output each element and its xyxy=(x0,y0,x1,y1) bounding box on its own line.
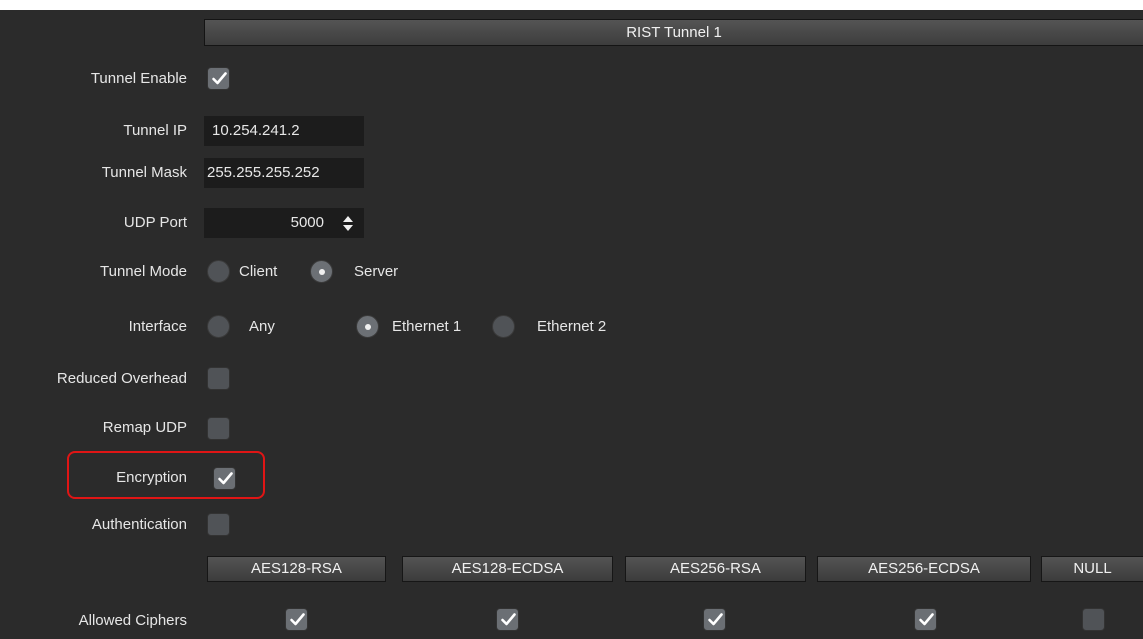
cipher-header-aes128-ecdsa: AES128-ECDSA xyxy=(402,556,613,582)
cipher-aes256-ecdsa-checkbox[interactable] xyxy=(914,608,937,631)
remap-udp-label: Remap UDP xyxy=(102,419,187,436)
tunnel-mask-field[interactable]: 255.255.255.252 xyxy=(204,158,364,188)
interface-label: Interface xyxy=(128,318,187,335)
tunnel-ip-label: Tunnel IP xyxy=(123,122,187,139)
tunnel-enable-checkbox[interactable] xyxy=(207,67,230,90)
authentication-label: Authentication xyxy=(91,516,187,533)
checkmark-icon xyxy=(501,613,516,626)
tunnel-mode-label: Tunnel Mode xyxy=(100,263,187,280)
cipher-null-checkbox[interactable] xyxy=(1082,608,1105,631)
tunnel-mode-client-radio[interactable] xyxy=(207,260,230,283)
tunnel-mode-server-radio[interactable] xyxy=(310,260,333,283)
authentication-checkbox[interactable] xyxy=(207,513,230,536)
udp-port-label: UDP Port xyxy=(123,214,187,231)
remap-udp-checkbox[interactable] xyxy=(207,417,230,440)
interface-any-radio[interactable] xyxy=(207,315,230,338)
interface-ethernet1-label: Ethernet 1 xyxy=(392,318,462,335)
checkmark-icon xyxy=(708,613,723,626)
reduced-overhead-checkbox[interactable] xyxy=(207,367,230,390)
interface-ethernet1-radio[interactable] xyxy=(356,315,379,338)
tunnel-mode-client-label: Client xyxy=(239,263,278,280)
checkmark-icon xyxy=(919,613,934,626)
tunnel-mode-server-label: Server xyxy=(354,263,399,280)
checkmark-icon xyxy=(212,72,227,85)
cipher-header-aes256-ecdsa: AES256-ECDSA xyxy=(817,556,1031,582)
cipher-aes128-ecdsa-checkbox[interactable] xyxy=(496,608,519,631)
spinner-arrows-icon[interactable] xyxy=(342,215,354,232)
interface-ethernet2-radio[interactable] xyxy=(492,315,515,338)
cipher-aes256-rsa-checkbox[interactable] xyxy=(703,608,726,631)
udp-port-value: 5000 xyxy=(290,214,324,231)
interface-any-label: Any xyxy=(249,318,275,335)
encryption-highlight-box xyxy=(67,451,265,499)
reduced-overhead-label: Reduced Overhead xyxy=(56,370,187,387)
cipher-header-aes128-rsa: AES128-RSA xyxy=(207,556,386,582)
cipher-header-null: NULL xyxy=(1041,556,1143,582)
cipher-aes128-rsa-checkbox[interactable] xyxy=(285,608,308,631)
interface-ethernet2-label: Ethernet 2 xyxy=(537,318,607,335)
tunnel-enable-label: Tunnel Enable xyxy=(90,70,187,87)
checkmark-icon xyxy=(290,613,305,626)
cipher-header-aes256-rsa: AES256-RSA xyxy=(625,556,806,582)
tunnel-title-header: RIST Tunnel 1 xyxy=(204,19,1143,46)
udp-port-stepper[interactable]: 5000 xyxy=(204,208,364,238)
tunnel-mask-label: Tunnel Mask xyxy=(101,164,187,181)
allowed-ciphers-label: Allowed Ciphers xyxy=(78,612,187,629)
tunnel-ip-field[interactable]: 10.254.241.2 xyxy=(204,116,364,146)
